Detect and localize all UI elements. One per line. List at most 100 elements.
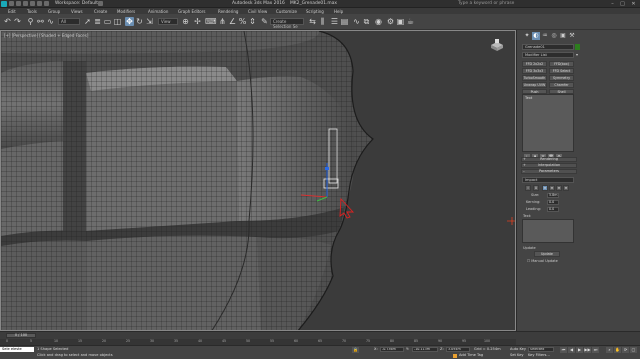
modifier-button-4[interactable]: FFD Select <box>549 68 574 74</box>
selection-filter-dropdown[interactable]: All <box>58 18 80 25</box>
new-file-icon[interactable] <box>9 1 14 6</box>
go-to-end-icon[interactable]: ⏭ <box>592 347 599 353</box>
modify-tab-icon[interactable]: ◐ <box>532 32 540 40</box>
font-dropdown[interactable]: Impact <box>522 177 574 183</box>
link-icon[interactable]: ⚲ <box>26 17 35 26</box>
named-selection-icon[interactable]: ✎ <box>260 17 269 26</box>
stack-item-text[interactable]: Text <box>525 96 532 100</box>
menu-views[interactable]: Views <box>71 9 83 14</box>
keyboard-shortcut-icon[interactable]: ⌨ <box>205 17 217 26</box>
pivot-icon[interactable]: ⊕ <box>181 17 190 26</box>
project-folder-icon[interactable] <box>44 1 49 6</box>
display-tab-icon[interactable]: ▣ <box>559 32 567 40</box>
manual-update-checkbox[interactable]: ☐ Manual Update <box>527 259 558 263</box>
save-file-icon[interactable] <box>23 1 28 6</box>
menu-help[interactable]: Help <box>334 9 343 14</box>
viewcube-icon[interactable] <box>489 39 505 51</box>
workspace-dropdown-icon[interactable] <box>98 1 103 6</box>
menu-rendering[interactable]: Rendering <box>218 9 238 14</box>
update-button[interactable]: Update <box>534 251 560 257</box>
selection-set-dropdown[interactable]: Create Selection Se <box>270 18 304 29</box>
rollout-rendering[interactable]: + Rendering <box>521 157 577 162</box>
angle-snap-icon[interactable]: ∠ <box>228 17 237 26</box>
modifier-stack[interactable]: Text <box>522 94 574 152</box>
z-coordinate-field[interactable]: 3.094m <box>446 347 470 352</box>
chevron-down-icon[interactable]: ▾ <box>574 51 580 58</box>
underline-button[interactable]: U <box>533 185 539 191</box>
window-crossing-icon[interactable]: ◫ <box>113 17 122 26</box>
undo-icon[interactable]: ↶ <box>3 17 12 26</box>
mirror-icon[interactable]: ⇆ <box>308 17 317 26</box>
justify-button[interactable]: ≡ <box>563 185 569 191</box>
modifier-button-7[interactable]: Unwrap UVW <box>522 82 547 88</box>
pan-icon[interactable]: ✋ <box>614 347 621 353</box>
menu-group[interactable]: Group <box>48 9 60 14</box>
viewport-label[interactable]: [+] [Perspective] [Shaded + Edged Faces] <box>4 33 88 38</box>
rotate-icon[interactable]: ↻ <box>135 17 144 26</box>
schematic-icon[interactable]: ⧉ <box>362 17 371 26</box>
curve-editor-icon[interactable]: ∿ <box>352 17 361 26</box>
menu-civil-view[interactable]: Civil View <box>248 9 267 14</box>
modifier-list-dropdown[interactable]: Modifier List <box>522 52 574 58</box>
play-icon[interactable]: ▶ <box>576 347 583 353</box>
bind-spacewarp-icon[interactable]: ∿ <box>46 17 55 26</box>
select-manipulate-icon[interactable]: ✢ <box>193 17 202 26</box>
key-filters-button[interactable]: Key Filters... <box>528 353 550 357</box>
maxscript-listener[interactable]: Sele eleste <box>0 347 34 352</box>
object-color-swatch[interactable] <box>575 44 580 50</box>
snap-toggle-icon[interactable]: ⋔ <box>218 17 227 26</box>
rendered-frame-icon[interactable]: ▣ <box>396 17 405 26</box>
align-icon[interactable]: ⫼ <box>318 17 327 26</box>
utilities-tab-icon[interactable]: ⚒ <box>568 32 576 40</box>
rollout-parameters[interactable]: – Parameters <box>521 169 577 174</box>
lock-selection-icon[interactable]: 🔒 <box>352 347 359 353</box>
kerning-spinner[interactable]: 0.0 <box>547 200 559 205</box>
next-frame-icon[interactable]: ▶▶ <box>584 347 591 353</box>
render-setup-icon[interactable]: ⚙ <box>386 17 395 26</box>
time-slider[interactable]: 0 / 100 <box>6 333 36 338</box>
leading-spinner[interactable]: 0.0 <box>547 207 559 212</box>
close-button[interactable]: ✕ <box>628 0 639 8</box>
menu-customize[interactable]: Customize <box>276 9 297 14</box>
scale-icon[interactable]: ⇲ <box>145 17 154 26</box>
percent-snap-icon[interactable]: % <box>238 17 247 26</box>
modifier-button-6[interactable]: Symmetry <box>549 75 574 81</box>
modifier-button-1[interactable]: FFD 2x2x2 <box>522 61 547 67</box>
zoom-icon[interactable]: ⌕ <box>606 347 613 353</box>
add-time-tag[interactable]: Add Time Tag <box>459 353 483 357</box>
app-logo-icon[interactable] <box>1 1 7 7</box>
align-left-button[interactable]: ≡ <box>542 185 548 191</box>
menu-graph-editors[interactable]: Graph Editors <box>178 9 205 14</box>
ribbon-icon[interactable]: ▤ <box>340 17 349 26</box>
layer-icon[interactable]: ☰ <box>330 17 339 26</box>
select-icon[interactable]: ➚ <box>83 17 92 26</box>
menu-create[interactable]: Create <box>94 9 107 14</box>
rect-selection-icon[interactable]: ▭ <box>103 17 112 26</box>
modifier-button-8[interactable]: Chamfer <box>549 82 574 88</box>
menu-scripting[interactable]: Scripting <box>306 9 324 14</box>
align-center-button[interactable]: ≡ <box>549 185 555 191</box>
workspace-selector[interactable]: Workspace: Default <box>55 1 98 6</box>
align-right-button[interactable]: ≡ <box>556 185 562 191</box>
object-name-field[interactable]: Grenade01 <box>522 44 574 50</box>
text-input-area[interactable] <box>522 219 574 243</box>
spinner-snap-icon[interactable]: ⇕ <box>248 17 257 26</box>
render-icon[interactable]: ☕ <box>406 17 415 26</box>
modifier-button-3[interactable]: FFD 3x3x3 <box>522 68 547 74</box>
motion-tab-icon[interactable]: ◎ <box>550 32 558 40</box>
set-key-button[interactable]: Set Key <box>510 353 524 357</box>
size-spinner[interactable]: 5.8m <box>547 193 559 198</box>
perspective-viewport[interactable]: [+] [Perspective] [Shaded + Edged Faces] <box>0 30 516 331</box>
time-tag-icon[interactable] <box>453 354 457 358</box>
undo-quick-icon[interactable] <box>30 1 35 6</box>
coord-system-dropdown[interactable]: View <box>158 18 178 25</box>
orbit-icon[interactable]: ⟳ <box>622 347 629 353</box>
search-box[interactable]: Type a keyword or phrase <box>458 1 514 6</box>
italic-button[interactable]: I <box>525 185 531 191</box>
menu-tools[interactable]: Tools <box>27 9 37 14</box>
modifier-button-2[interactable]: FFD(box) <box>549 61 574 67</box>
maximize-button[interactable]: □ <box>617 0 628 8</box>
redo-icon[interactable]: ↷ <box>13 17 22 26</box>
previous-frame-icon[interactable]: ◀ <box>568 347 575 353</box>
unlink-icon[interactable]: ⚯ <box>36 17 45 26</box>
